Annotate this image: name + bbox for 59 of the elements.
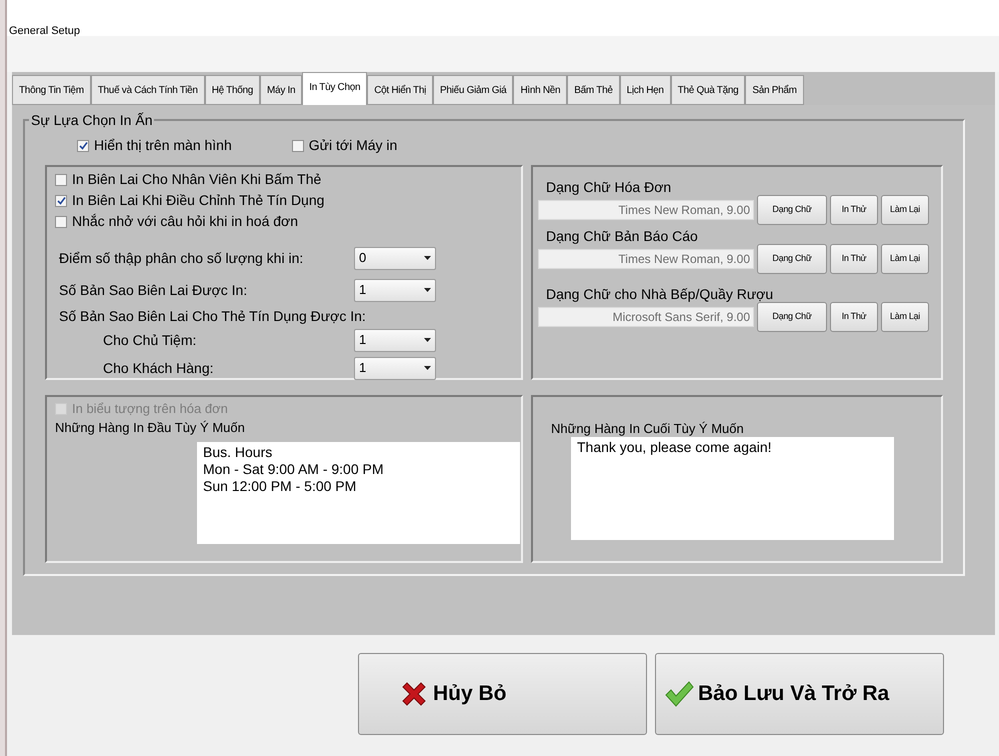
tab[interactable]: Thuế và Cách Tính Tiền bbox=[90, 75, 205, 105]
text-area[interactable]: Bus. Hours Mon - Sat 9:00 AM - 9:00 PM Sun 12:00 PM - 5:00 PM bbox=[197, 442, 520, 544]
tab[interactable]: Phiếu Giảm Giá bbox=[433, 75, 514, 105]
field-label: Dạng Chữ Hóa Đơn bbox=[545, 179, 672, 195]
field-label: Những Hàng In Đầu Tùy Ý Muốn bbox=[55, 419, 246, 437]
dropdown[interactable]: 0 bbox=[354, 246, 436, 270]
window-title: General Setup bbox=[9, 25, 80, 37]
field-label: Dạng Chữ Bản Báo Cáo bbox=[545, 228, 699, 244]
dropdown[interactable]: 1 bbox=[354, 328, 436, 352]
font-field[interactable]: Times New Roman, 9.00 bbox=[538, 249, 754, 269]
dropdown[interactable]: 1 bbox=[354, 278, 436, 302]
checkbox[interactable] bbox=[77, 140, 89, 152]
tab[interactable]: Hình Nền bbox=[513, 75, 568, 105]
field-label: Điểm số thập phân cho số lượng khi in: bbox=[59, 248, 304, 268]
checkmark-icon bbox=[664, 678, 695, 710]
tab[interactable]: Hệ Thống bbox=[204, 75, 260, 105]
caret-icon bbox=[424, 366, 431, 370]
tab[interactable]: Sản Phẩm bbox=[745, 75, 804, 105]
tab[interactable]: Máy In bbox=[260, 75, 302, 105]
font-field[interactable]: Microsoft Sans Serif, 9.00 bbox=[538, 307, 754, 327]
checkbox-label: In biểu tượng trên hóa đơn bbox=[72, 400, 228, 418]
checkbox[interactable] bbox=[55, 194, 67, 206]
field-label: Cho Khách Hàng: bbox=[103, 358, 215, 378]
tab[interactable]: In Tùy Chọn bbox=[302, 72, 368, 105]
checkbox[interactable] bbox=[55, 216, 67, 228]
cancel-button[interactable]: Hủy Bỏ bbox=[358, 653, 647, 735]
text-area[interactable]: Thank you, please come again! bbox=[571, 437, 894, 540]
font-button[interactable]: Dạng Chữ bbox=[757, 302, 827, 332]
checkbox-label: Hiển thị trên màn hình bbox=[94, 136, 232, 155]
checkbox-label: Gửi tới Máy in bbox=[308, 136, 398, 155]
save-button[interactable]: Bảo Lưu Và Trở Ra bbox=[655, 653, 944, 735]
dropdown[interactable]: 1 bbox=[354, 356, 436, 380]
field-label: Số Bản Sao Biên Lai Cho Thẻ Tín Dụng Được In: bbox=[59, 306, 366, 326]
tab[interactable]: Thẻ Quà Tặng bbox=[670, 75, 746, 105]
caret-icon bbox=[424, 338, 431, 342]
font-button[interactable]: In Thử bbox=[830, 302, 878, 332]
checkbox-label: In Biên Lai Khi Điều Chỉnh Thẻ Tín Dụng bbox=[72, 191, 324, 210]
font-button[interactable]: Dạng Chữ bbox=[757, 195, 827, 225]
font-field[interactable]: Times New Roman, 9.00 bbox=[538, 200, 754, 220]
tab[interactable]: Thông Tin Tiệm bbox=[12, 75, 91, 105]
checkbox-label: Nhắc nhở với câu hỏi khi in hoá đơn bbox=[72, 212, 298, 231]
tab[interactable]: Lịch Hẹn bbox=[620, 75, 671, 105]
font-button[interactable]: Làm Lại bbox=[881, 302, 929, 332]
field-label: Những Hàng In Cuối Tùy Ý Muốn bbox=[550, 420, 745, 437]
font-button[interactable]: In Thử bbox=[830, 244, 878, 274]
font-button[interactable]: Làm Lại bbox=[881, 244, 929, 274]
tab[interactable]: Cột Hiển Thị bbox=[367, 75, 434, 105]
field-label: Số Bản Sao Biên Lai Được In: bbox=[59, 280, 248, 300]
checkbox[interactable] bbox=[292, 140, 304, 152]
caret-icon bbox=[424, 288, 431, 292]
checkbox[interactable] bbox=[55, 174, 67, 186]
caret-icon bbox=[424, 256, 431, 260]
tab[interactable]: Bấm Thẻ bbox=[567, 75, 620, 105]
font-button[interactable]: In Thử bbox=[830, 195, 878, 225]
font-button[interactable]: Dạng Chữ bbox=[757, 244, 827, 274]
font-button[interactable]: Làm Lại bbox=[881, 195, 929, 225]
field-label: Dạng Chữ cho Nhà Bếp/Quầy Rượu bbox=[545, 286, 774, 302]
field-label: Cho Chủ Tiệm: bbox=[103, 330, 198, 350]
checkbox-label: In Biên Lai Cho Nhân Viên Khi Bấm Thẻ bbox=[72, 170, 322, 189]
